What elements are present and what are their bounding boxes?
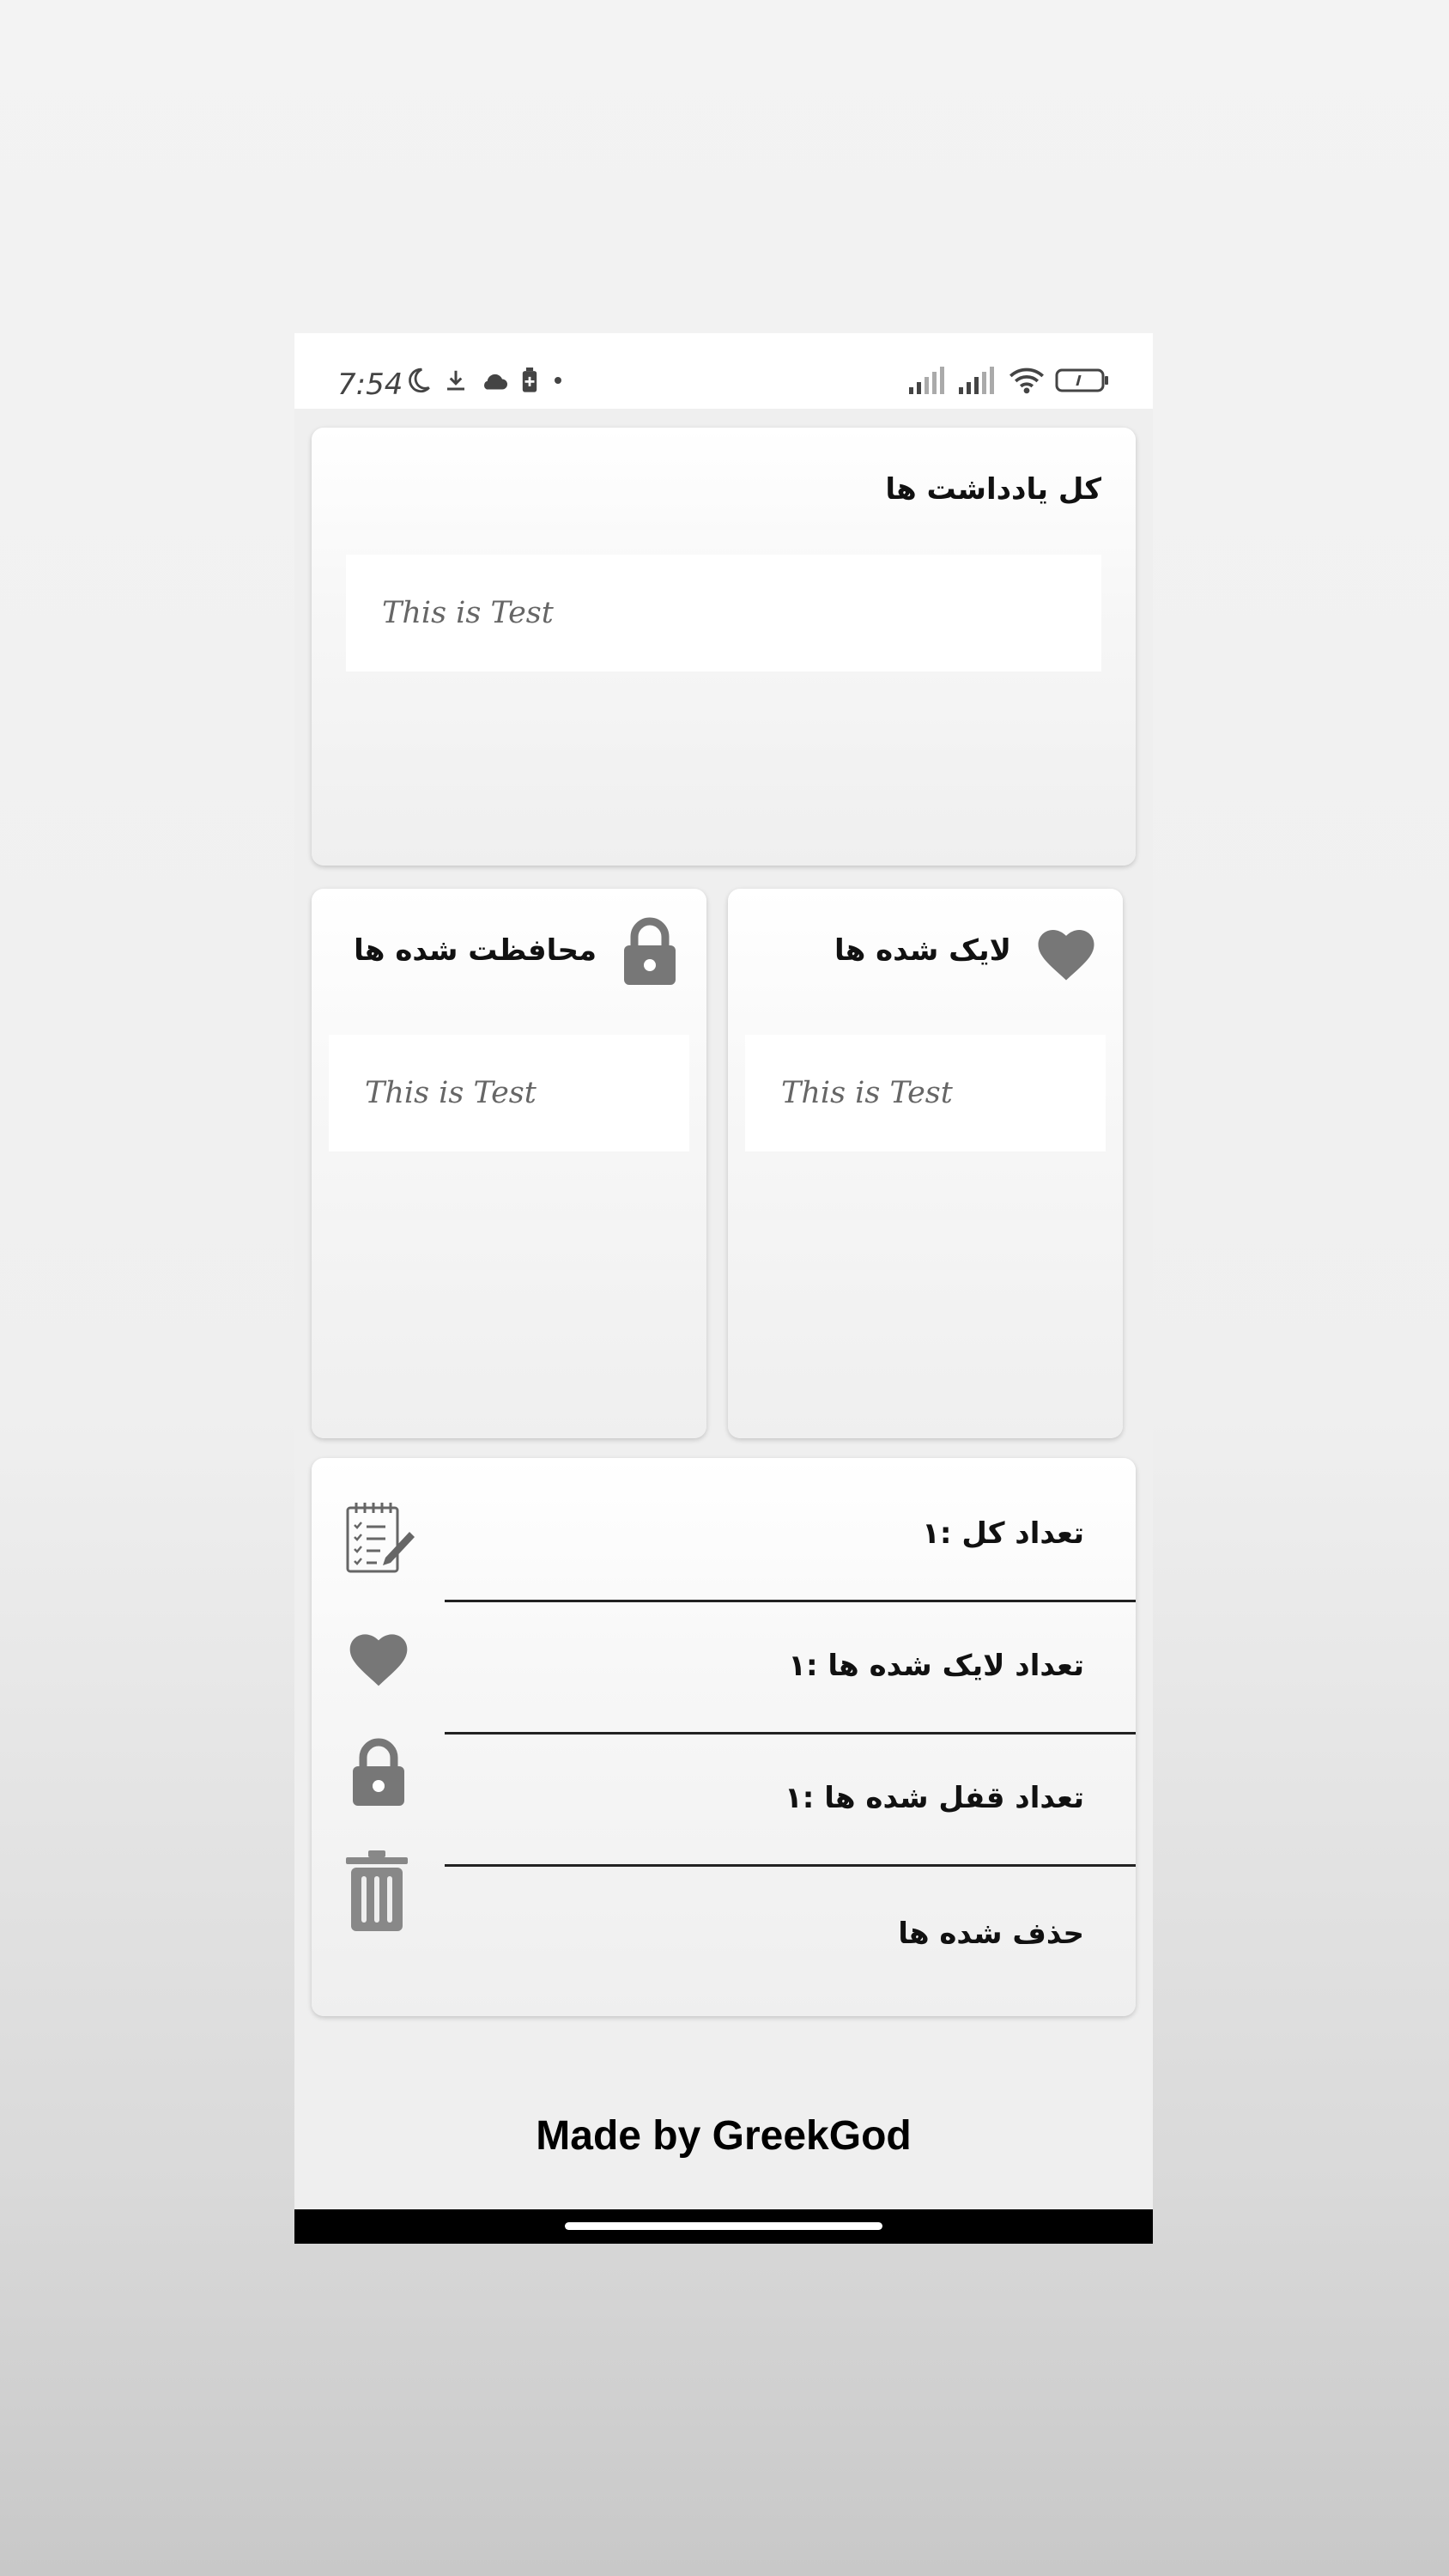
liked-notes-card[interactable]: لایک شده ها This is Test	[728, 889, 1123, 1438]
liked-count-label: تعداد لایک شده ها :۱	[788, 1649, 1084, 1683]
heart-icon	[349, 1634, 408, 1686]
total-count-label: تعداد کل :۱	[922, 1516, 1084, 1551]
locked-count-label: تعداد قفل شده ها :۱	[785, 1781, 1084, 1815]
all-notes-title: کل یادداشت ها	[885, 472, 1101, 507]
note-item[interactable]: This is Test	[346, 555, 1101, 671]
footer-credit: Made by GreekGod	[536, 2113, 912, 2159]
heart-icon	[1038, 930, 1094, 981]
deleted-notes-link[interactable]: حذف شده ها	[898, 1917, 1084, 1951]
status-time: 7:54	[337, 368, 403, 402]
divider	[445, 1732, 1136, 1735]
lock-icon	[624, 917, 676, 985]
trash-icon	[346, 1850, 408, 1931]
protected-notes-card[interactable]: محافظت شده ها This is Test	[312, 889, 706, 1438]
battery-saver-icon	[522, 368, 537, 392]
notepad-icon	[346, 1503, 415, 1573]
divider	[445, 1864, 1136, 1867]
download-icon	[447, 370, 464, 391]
cloud-icon	[484, 374, 507, 390]
note-text: This is Test	[365, 1076, 537, 1110]
signal-icon	[959, 367, 994, 394]
note-item[interactable]: This is Test	[745, 1035, 1106, 1151]
lock-icon	[353, 1738, 404, 1806]
stats-card: تعداد کل :۱ تعداد لایک شده ها :۱ تعداد ق…	[312, 1458, 1136, 2016]
note-item[interactable]: This is Test	[329, 1035, 689, 1151]
navigation-bar	[294, 2209, 1153, 2244]
moon-icon	[409, 368, 430, 393]
liked-notes-title: لایک شده ها	[834, 933, 1011, 968]
protected-notes-title: محافظت شده ها	[354, 933, 597, 968]
battery-icon	[1055, 368, 1108, 392]
signal-icon	[909, 367, 944, 394]
home-indicator[interactable]	[565, 2222, 882, 2230]
all-notes-card[interactable]: کل یادداشت ها This is Test	[312, 428, 1136, 866]
status-bar: 7:54	[294, 333, 1153, 409]
wifi-icon	[1009, 368, 1044, 394]
note-text: This is Test	[382, 596, 554, 630]
phone-screen: 7:54 کل یادداشت ها This is Test محافظت ش…	[294, 333, 1153, 2244]
note-text: This is Test	[781, 1076, 953, 1110]
dot-icon	[555, 377, 561, 384]
divider	[445, 1600, 1136, 1602]
